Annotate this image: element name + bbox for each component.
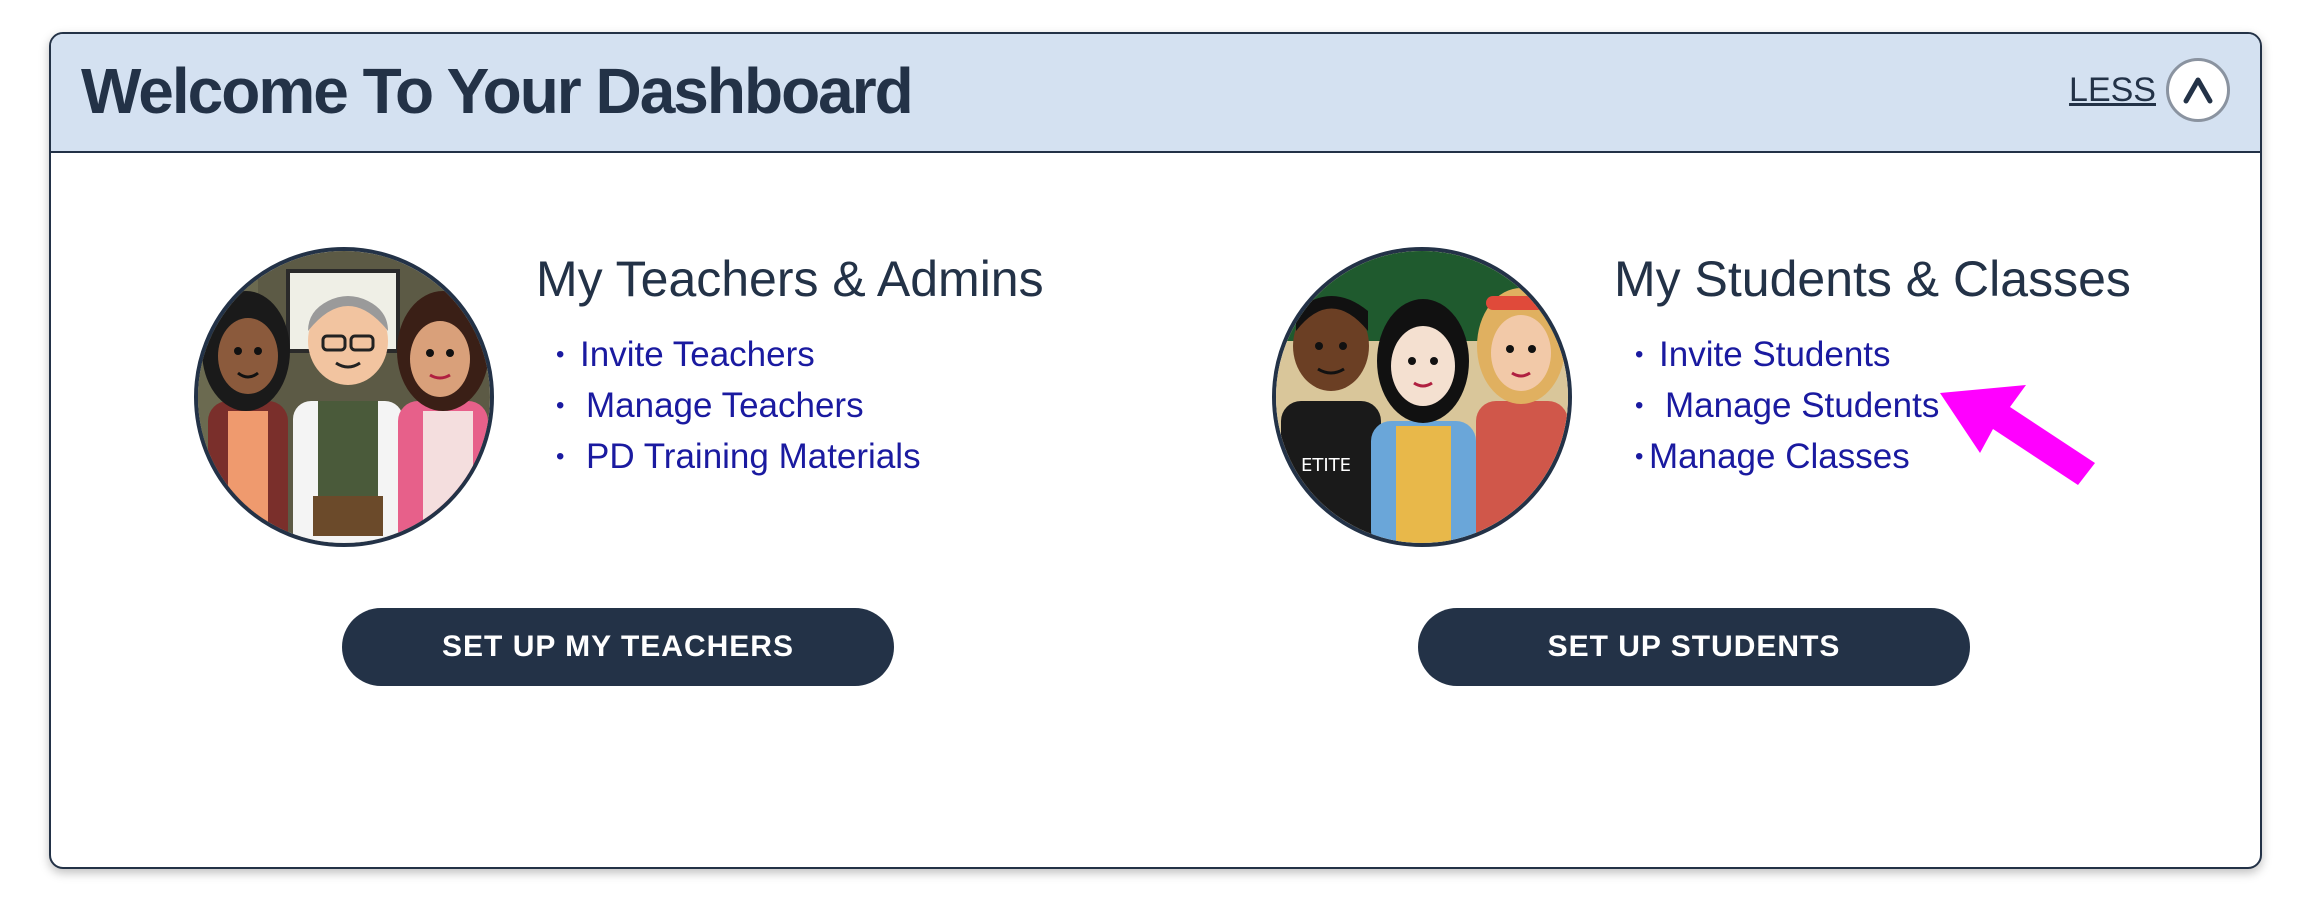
invite-teachers-item: • Invite Teachers	[556, 329, 921, 380]
manage-classes-item: • Manage Classes	[1635, 431, 1939, 482]
students-illustration: ETITE	[1272, 247, 1572, 547]
manage-students-link[interactable]: Manage Students	[1665, 386, 1939, 426]
invite-teachers-link[interactable]: Invite Teachers	[580, 335, 815, 375]
less-link[interactable]: LESS	[2069, 71, 2156, 110]
set-up-students-button[interactable]: SET UP STUDENTS	[1418, 608, 1970, 686]
bullet-icon: •	[1635, 391, 1644, 419]
svg-text:ETITE: ETITE	[1301, 455, 1351, 476]
set-up-teachers-button[interactable]: SET UP MY TEACHERS	[342, 608, 894, 686]
chevron-up-icon[interactable]	[2166, 58, 2230, 122]
invite-students-item: • Invite Students	[1635, 329, 1939, 380]
dashboard-panel: Welcome To Your Dashboard LESS My Teache…	[49, 32, 2262, 869]
pd-training-item: • PD Training Materials	[556, 431, 921, 482]
bullet-icon: •	[1635, 442, 1644, 470]
manage-teachers-link[interactable]: Manage Teachers	[586, 386, 864, 426]
bullet-icon: •	[556, 391, 565, 419]
invite-students-link[interactable]: Invite Students	[1659, 335, 1891, 375]
page-title: Welcome To Your Dashboard	[81, 55, 914, 127]
students-card-title: My Students & Classes	[1614, 251, 2131, 307]
students-links: • Invite Students • Manage Students • Ma…	[1635, 329, 1939, 482]
manage-teachers-item: • Manage Teachers	[556, 380, 921, 431]
pd-training-materials-link[interactable]: PD Training Materials	[586, 437, 921, 477]
bullet-icon: •	[556, 442, 565, 470]
pointer-arrow-icon	[1940, 385, 2095, 485]
manage-students-item: • Manage Students	[1635, 380, 1939, 431]
teachers-links: • Invite Teachers • Manage Teachers • PD…	[556, 329, 921, 482]
bullet-icon: •	[1635, 340, 1644, 368]
teachers-illustration	[194, 247, 494, 547]
panel-header: Welcome To Your Dashboard LESS	[51, 34, 2260, 153]
teachers-card-title: My Teachers & Admins	[536, 251, 1044, 307]
manage-classes-link[interactable]: Manage Classes	[1649, 437, 1910, 477]
bullet-icon: •	[556, 340, 565, 368]
less-toggle[interactable]: LESS	[2069, 58, 2230, 122]
